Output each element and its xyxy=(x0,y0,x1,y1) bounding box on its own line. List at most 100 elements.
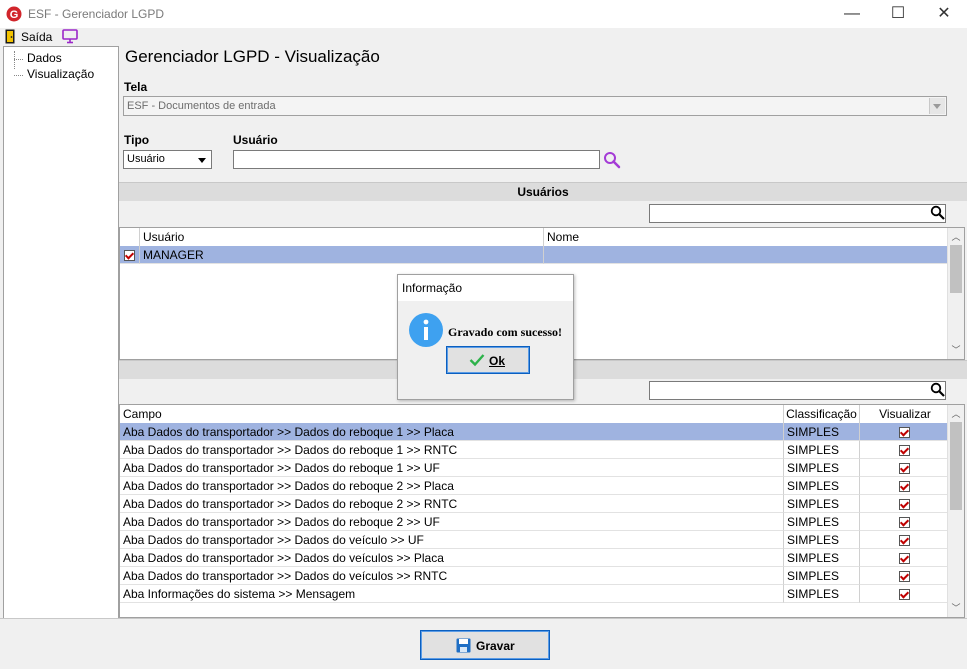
tipo-select[interactable]: Usuário xyxy=(123,150,212,169)
checkbox-checked-icon[interactable] xyxy=(898,571,910,583)
checkbox-checked-icon[interactable] xyxy=(124,250,135,262)
checkbox-checked-icon[interactable] xyxy=(898,481,910,493)
visualizar-cell[interactable] xyxy=(860,495,948,513)
campo-cell: Aba Dados do transportador >> Dados do v… xyxy=(120,549,784,567)
door-exit-icon xyxy=(5,29,15,44)
tree-item-dados[interactable]: Dados xyxy=(27,51,62,65)
checkbox-checked-icon[interactable] xyxy=(898,589,910,601)
table-row[interactable]: MANAGER xyxy=(120,246,948,264)
users-search-icon[interactable] xyxy=(930,205,946,221)
table-row[interactable]: Aba Dados do transportador >> Dados do r… xyxy=(120,441,948,459)
scroll-thumb[interactable] xyxy=(950,422,962,510)
scroll-up-icon[interactable]: ︿ xyxy=(948,230,964,244)
scroll-thumb[interactable] xyxy=(950,245,962,293)
campo-cell: Aba Informações do sistema >> Mensagem xyxy=(120,585,784,603)
row-checkbox[interactable] xyxy=(120,246,140,264)
checkbox-checked-icon[interactable] xyxy=(898,427,910,439)
checkbox-checked-icon[interactable] xyxy=(898,553,910,565)
app-logo-icon: G xyxy=(6,6,22,22)
visualizar-cell[interactable] xyxy=(860,477,948,495)
fields-scrollbar[interactable]: ︿ ﹀ xyxy=(947,405,964,617)
tree-connector xyxy=(14,75,23,76)
campo-cell: Aba Dados do transportador >> Dados do r… xyxy=(120,459,784,477)
navigation-tree: Dados Visualização xyxy=(3,46,119,620)
header-check-cell xyxy=(120,228,140,246)
visualizar-cell[interactable] xyxy=(860,459,948,477)
visualizar-cell[interactable] xyxy=(860,549,948,567)
ok-button[interactable]: Ok xyxy=(446,346,530,374)
usuario-label: Usuário xyxy=(233,133,278,147)
checkbox-checked-icon[interactable] xyxy=(898,445,910,457)
dialog-title: Informação xyxy=(398,275,573,301)
users-search-input[interactable] xyxy=(649,204,946,223)
floppy-disk-icon xyxy=(456,638,471,653)
checkbox-checked-icon[interactable] xyxy=(898,535,910,547)
campo-cell: Aba Dados do transportador >> Dados do r… xyxy=(120,495,784,513)
table-row[interactable]: Aba Dados do transportador >> Dados do v… xyxy=(120,549,948,567)
table-row[interactable]: Aba Dados do transportador >> Dados do r… xyxy=(120,423,948,441)
tela-dropdown-button[interactable] xyxy=(929,98,945,114)
scroll-down-icon[interactable]: ﹀ xyxy=(948,601,964,615)
usuario-input[interactable] xyxy=(233,150,600,169)
column-header-classificacao[interactable]: Classificação xyxy=(784,405,860,423)
name-cell xyxy=(544,246,948,264)
maximize-icon: ☐ xyxy=(890,5,906,22)
tipo-dropdown-button[interactable] xyxy=(195,152,210,167)
checkbox-checked-icon[interactable] xyxy=(898,517,910,529)
usuario-search-icon[interactable] xyxy=(603,151,621,169)
visualizar-cell[interactable] xyxy=(860,423,948,441)
close-icon: ✕ xyxy=(937,5,951,22)
fields-search-input[interactable] xyxy=(649,381,946,400)
table-row[interactable]: Aba Dados do transportador >> Dados do v… xyxy=(120,567,948,585)
column-header-usuario[interactable]: Usuário xyxy=(140,228,544,246)
scroll-up-icon[interactable]: ︿ xyxy=(948,407,964,421)
dialog-message: Gravado com sucesso! xyxy=(448,325,562,339)
tela-value: ESF - Documentos de entrada xyxy=(127,100,276,112)
tree-connector xyxy=(14,51,15,69)
visualizar-cell[interactable] xyxy=(860,531,948,549)
minimize-button[interactable]: — xyxy=(829,0,875,28)
svg-text:G: G xyxy=(10,9,19,21)
column-header-visualizar[interactable]: Visualizar xyxy=(860,405,950,423)
table-row[interactable]: Aba Informações do sistema >> Mensagem SI… xyxy=(120,585,948,603)
table-row[interactable]: Aba Dados do transportador >> Dados do v… xyxy=(120,531,948,549)
user-cell: MANAGER xyxy=(140,246,544,264)
visualizar-cell[interactable] xyxy=(860,513,948,531)
table-row[interactable]: Aba Dados do transportador >> Dados do r… xyxy=(120,513,948,531)
classificacao-cell: SIMPLES xyxy=(784,513,860,531)
table-row[interactable]: Aba Dados do transportador >> Dados do r… xyxy=(120,459,948,477)
users-scrollbar[interactable]: ︿ ﹀ xyxy=(947,228,964,359)
exit-label: Saída xyxy=(21,30,53,44)
column-header-campo[interactable]: Campo xyxy=(120,405,784,423)
table-row[interactable]: Aba Dados do transportador >> Dados do r… xyxy=(120,477,948,495)
info-dialog: Informação Gravado com sucesso! Ok xyxy=(397,274,574,400)
ok-label: Ok xyxy=(489,354,506,368)
fields-grid-header: Campo Classificação Visualizar xyxy=(120,405,950,424)
exit-button[interactable]: Saída xyxy=(5,29,55,45)
campo-cell: Aba Dados do transportador >> Dados do r… xyxy=(120,477,784,495)
info-icon xyxy=(408,312,444,348)
scroll-down-icon[interactable]: ﹀ xyxy=(948,343,964,357)
classificacao-cell: SIMPLES xyxy=(784,477,860,495)
save-button[interactable]: Gravar xyxy=(420,630,550,660)
monitor-icon[interactable] xyxy=(62,29,78,44)
fields-grid: Campo Classificação Visualizar Aba Dados… xyxy=(119,404,965,618)
column-header-nome[interactable]: Nome xyxy=(544,228,950,246)
visualizar-cell[interactable] xyxy=(860,585,948,603)
classificacao-cell: SIMPLES xyxy=(784,495,860,513)
campo-cell: Aba Dados do transportador >> Dados do r… xyxy=(120,441,784,459)
visualizar-cell[interactable] xyxy=(860,567,948,585)
tree-item-visualizacao[interactable]: Visualização xyxy=(27,67,94,81)
minimize-icon: — xyxy=(844,5,860,22)
visualizar-cell[interactable] xyxy=(860,441,948,459)
checkbox-checked-icon[interactable] xyxy=(898,463,910,475)
checkbox-checked-icon[interactable] xyxy=(898,499,910,511)
tela-combobox[interactable]: ESF - Documentos de entrada xyxy=(123,96,947,116)
fields-search-icon[interactable] xyxy=(930,382,946,398)
maximize-button[interactable]: ☐ xyxy=(875,0,921,28)
close-window-button[interactable]: ✕ xyxy=(921,0,967,28)
window-title: ESF - Gerenciador LGPD xyxy=(28,7,165,21)
table-row[interactable]: Aba Dados do transportador >> Dados do r… xyxy=(120,495,948,513)
classificacao-cell: SIMPLES xyxy=(784,531,860,549)
chevron-down-icon xyxy=(933,104,941,109)
